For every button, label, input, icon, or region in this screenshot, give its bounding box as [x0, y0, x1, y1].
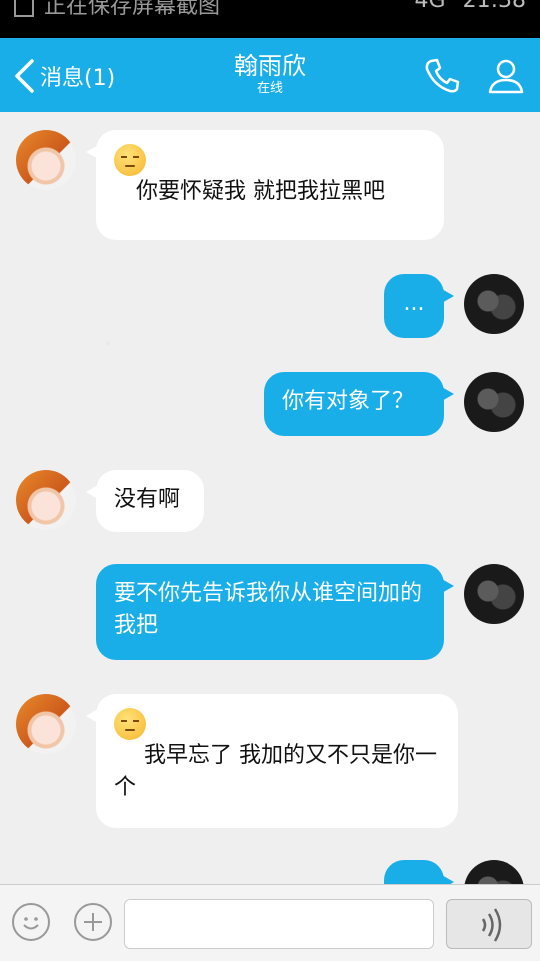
contact-avatar[interactable] [16, 694, 76, 754]
message-bubble-outgoing[interactable] [384, 860, 454, 884]
message-text: ... [403, 291, 425, 316]
clock: 21:38 [462, 0, 526, 13]
message-text: 我早忘了 我加的又不只是你一个 [114, 743, 437, 800]
relieved-face-icon [114, 708, 146, 740]
smiley-icon [23, 917, 39, 930]
contact-avatar[interactable] [16, 470, 76, 530]
relieved-face-icon [114, 144, 146, 176]
message-input[interactable] [125, 900, 433, 948]
message-bubble-incoming[interactable]: 我早忘了 我加的又不只是你一个 [86, 694, 458, 828]
my-avatar[interactable] [464, 274, 524, 334]
notification-text: 正在保存屏幕截图 [14, 0, 220, 20]
message-text: 没有啊 [114, 487, 181, 512]
back-button[interactable]: 消息(1) [12, 56, 115, 96]
my-avatar[interactable] [464, 860, 524, 884]
title-bar: 消息(1) 翰雨欣 在线 [0, 38, 540, 112]
message-text: 你有对象了？ [282, 389, 415, 414]
back-label: 消息(1) [40, 66, 116, 91]
voice-icon [481, 908, 502, 942]
contact-header: 翰雨欣 在线 [170, 52, 370, 98]
message-bubble-incoming[interactable]: 没有啊 [86, 470, 204, 532]
my-avatar[interactable] [464, 372, 524, 432]
message-text: 要不你先告诉我你从谁空间加的我把 [114, 581, 423, 638]
network-label: 4G [414, 0, 446, 13]
emoji-button[interactable] [12, 903, 50, 941]
voice-button[interactable] [446, 899, 532, 949]
plus-button[interactable] [74, 903, 112, 941]
message-text: 你要怀疑我 就把我拉黑吧 [136, 179, 385, 204]
message-bubble-outgoing[interactable]: 你有对象了？ [264, 372, 454, 436]
message-bubble-outgoing[interactable]: ... [384, 274, 454, 338]
message-bubble-outgoing[interactable]: 要不你先告诉我你从谁空间加的我把 [96, 564, 454, 660]
status-bar: 正在保存屏幕截图 4G 21:38 [0, 0, 540, 38]
chevron-left-icon [15, 59, 34, 93]
status-icons: 4G 21:38 [405, 0, 526, 13]
contact-avatar[interactable] [16, 130, 76, 190]
input-bar [0, 884, 540, 961]
message-bubble-incoming[interactable]: 你要怀疑我 就把我拉黑吧 [86, 130, 444, 240]
profile-icon[interactable] [486, 56, 526, 96]
phone-icon[interactable] [422, 56, 462, 96]
chat-area[interactable]: 你要怀疑我 就把我拉黑吧 ... 你有对象了？ 没有啊 要不你先告诉我你从谁空间… [0, 112, 540, 884]
contact-status: 在线 [256, 81, 283, 96]
message-input-field[interactable] [124, 899, 434, 949]
contact-name: 翰雨欣 [234, 52, 306, 80]
plus-icon [84, 913, 102, 931]
my-avatar[interactable] [464, 564, 524, 624]
